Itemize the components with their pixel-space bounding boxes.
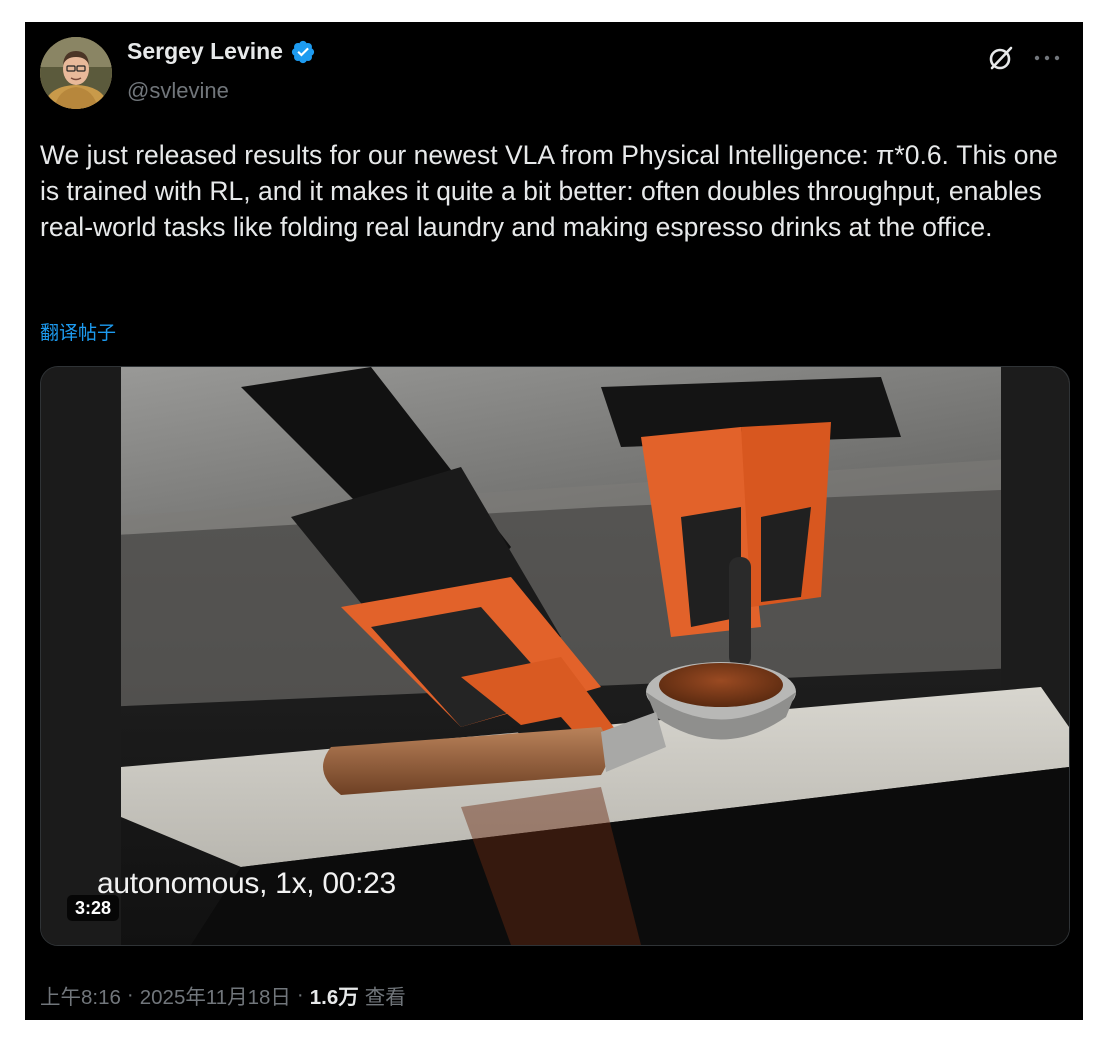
more-button[interactable] xyxy=(1027,40,1067,76)
tweet-text: We just released results for our newest … xyxy=(40,140,1058,242)
author-display-name[interactable]: Sergey Levine xyxy=(127,38,283,65)
translate-post-link[interactable]: 翻译帖子 xyxy=(40,318,116,345)
tweet-date[interactable]: 2025年11月18日 xyxy=(140,980,291,1010)
author-handle[interactable]: @svlevine xyxy=(127,78,229,104)
grok-icon xyxy=(989,46,1013,70)
author-name-row: Sergey Levine xyxy=(127,38,316,65)
video-player[interactable]: autonomous, 1x, 00:23 3:28 xyxy=(40,366,1070,946)
verified-badge-icon[interactable] xyxy=(290,39,316,65)
tweet-time[interactable]: 上午8:16 xyxy=(40,980,121,1010)
video-caption-overlay: autonomous, 1x, 00:23 xyxy=(97,867,396,900)
tweet-meta: 上午8:16 · 2025年11月18日 · 1.6万 查看 xyxy=(40,980,406,1010)
views-count[interactable]: 1.6万 xyxy=(310,980,359,1010)
avatar[interactable] xyxy=(40,37,112,109)
meta-separator-2: · xyxy=(296,983,304,1006)
views-label: 查看 xyxy=(364,986,406,1009)
avatar-image xyxy=(40,37,112,109)
meta-separator: · xyxy=(126,983,134,1006)
video-duration-badge: 3:28 xyxy=(67,895,120,921)
video-frame xyxy=(41,367,1069,945)
more-dots-icon xyxy=(1034,55,1060,61)
grok-button[interactable] xyxy=(983,40,1019,76)
tweet-card: Sergey Levine @svlevine We just released… xyxy=(25,22,1083,1020)
